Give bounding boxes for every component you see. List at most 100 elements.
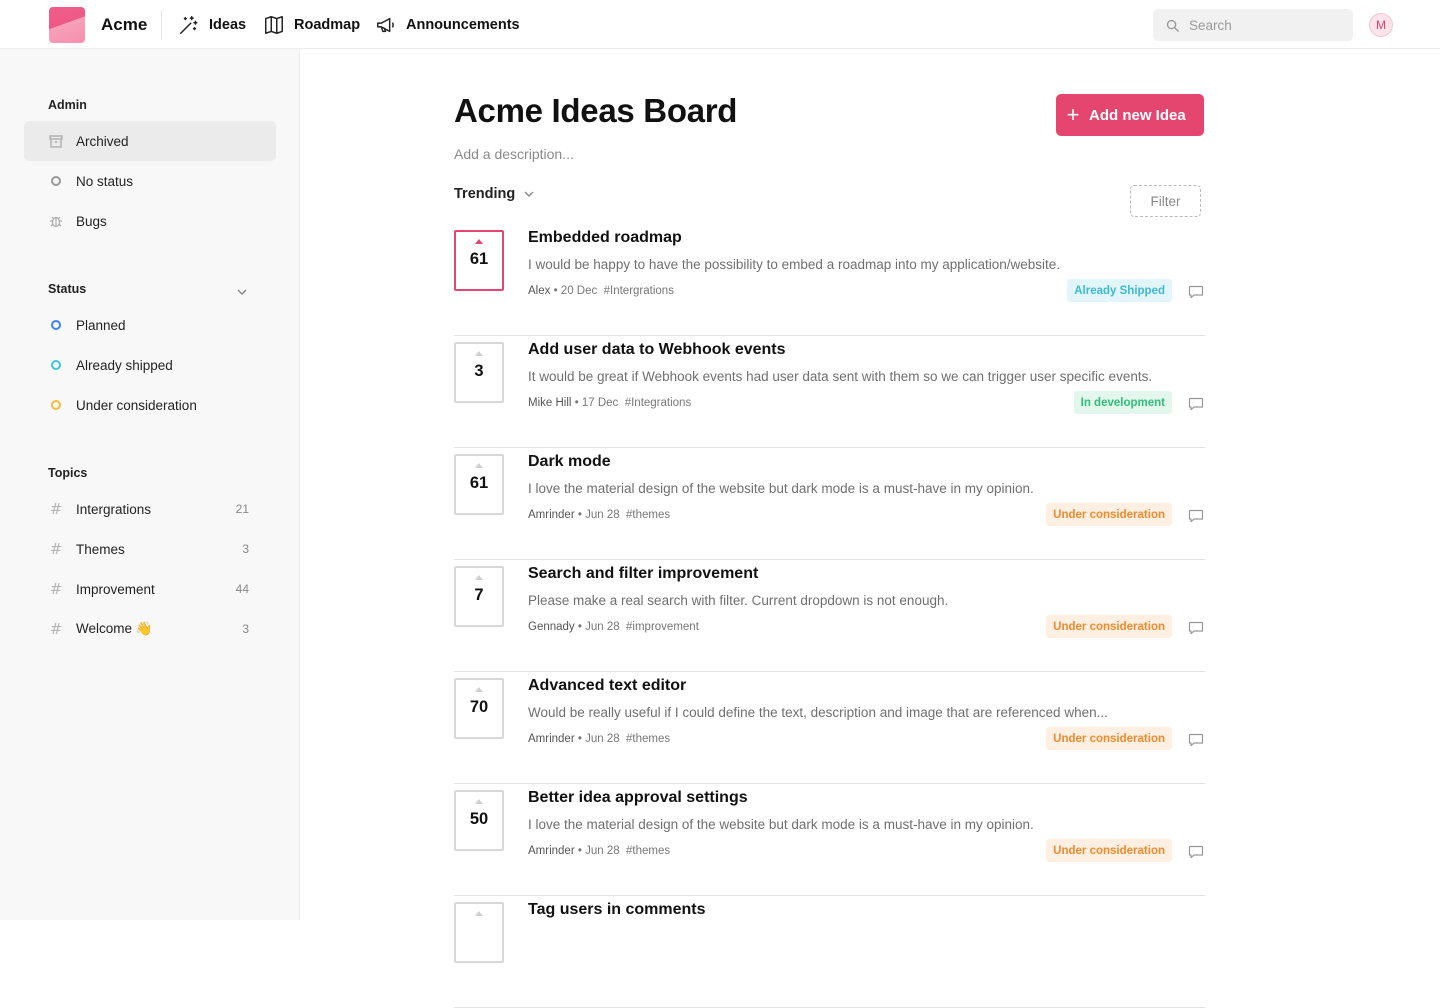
sidebar-item-topic[interactable]: # Themes 3 (24, 529, 276, 569)
upvote-button[interactable]: 50 (454, 790, 504, 851)
sidebar-item-no-status[interactable]: No status (24, 161, 276, 201)
meta-separator: • (574, 845, 586, 857)
comment-icon[interactable] (1188, 733, 1204, 747)
add-new-idea-button[interactable]: + Add new Idea (1056, 94, 1204, 136)
upvote-arrow-icon (475, 911, 483, 916)
vote-count: 7 (474, 586, 484, 604)
idea-meta: Mike Hill • 17 Dec #Integrations (528, 397, 691, 409)
upvote-button[interactable]: 61 (454, 230, 504, 291)
idea-meta: Amrinder • Jun 28 #themes (528, 733, 670, 745)
comment-icon[interactable] (1188, 509, 1204, 523)
idea-row[interactable]: 61 Dark mode I love the material design of… (454, 448, 1205, 560)
sidebar-item-label: Planned (76, 317, 126, 333)
upvote-button[interactable]: 3 (454, 342, 504, 403)
upvote-button[interactable]: 70 (454, 678, 504, 739)
sort-dropdown[interactable]: Trending (454, 186, 535, 202)
idea-row[interactable]: 3 Add user data to Webhook events It would… (454, 336, 1205, 448)
idea-description: It would be great if Webhook events had … (528, 369, 1153, 384)
idea-author: Gennady (528, 621, 575, 633)
idea-title[interactable]: Tag users in comments (528, 901, 706, 919)
sidebar-item-bugs[interactable]: Bugs (24, 201, 276, 241)
upvote-arrow-icon (475, 799, 483, 804)
nav-ideas-label: Ideas (209, 17, 247, 33)
idea-title[interactable]: Add user data to Webhook events (528, 341, 786, 359)
idea-row[interactable]: 70 Advanced text editor Would be really us… (454, 672, 1205, 784)
status-badge: In development (1073, 391, 1172, 414)
nav-divider (161, 10, 162, 40)
comment-icon[interactable] (1188, 621, 1204, 635)
idea-tag[interactable]: #improvement (626, 621, 699, 633)
idea-title[interactable]: Dark mode (528, 453, 611, 471)
search-box[interactable] (1153, 9, 1353, 41)
user-avatar[interactable]: M (1369, 13, 1393, 37)
filter-button[interactable]: Filter (1130, 185, 1201, 217)
chevron-down-icon[interactable] (236, 286, 248, 298)
sidebar-item-archived[interactable]: Archived (24, 121, 276, 161)
sidebar-item-planned[interactable]: Planned (24, 305, 276, 345)
meta-separator: • (571, 397, 582, 409)
idea-date: Jun 28 (585, 733, 620, 745)
idea-row[interactable]: 50 Better idea approval settings I love th… (454, 784, 1205, 896)
upvote-arrow-icon (475, 575, 483, 580)
topic-count: 3 (242, 622, 249, 636)
upvote-button[interactable] (454, 902, 504, 963)
topic-count: 44 (235, 582, 249, 596)
search-icon (1166, 19, 1179, 32)
sparkle-wand-icon (180, 16, 198, 34)
idea-description: I love the material design of the websit… (528, 817, 1034, 832)
megaphone-icon (377, 17, 394, 33)
topics-section-title: Topics (48, 466, 88, 480)
sidebar-item-topic[interactable]: # Welcome 👋 3 (24, 609, 276, 649)
sidebar-item-topic[interactable]: # Improvement 44 (24, 569, 276, 609)
upvote-arrow-icon (475, 463, 483, 468)
upvote-button[interactable]: 7 (454, 566, 504, 627)
nav-announcements-label: Announcements (406, 17, 520, 33)
idea-date: Jun 28 (585, 621, 620, 633)
upvote-button[interactable]: 61 (454, 454, 504, 515)
nav-announcements[interactable]: Announcements (375, 14, 520, 36)
vote-count: 50 (469, 810, 489, 828)
map-icon (265, 16, 283, 34)
idea-meta: Amrinder • Jun 28 #themes (528, 845, 670, 857)
idea-tag[interactable]: #themes (626, 733, 670, 745)
status-badge: Under consideration (1046, 727, 1172, 750)
sidebar-item-already-shipped[interactable]: Already shipped (24, 345, 276, 385)
board-description[interactable]: Add a description... (454, 146, 574, 162)
idea-row[interactable]: 7 Search and filter improvement Please mak… (454, 560, 1205, 672)
idea-tag[interactable]: #Integrations (625, 397, 692, 409)
nav-roadmap[interactable]: Roadmap (263, 14, 360, 36)
idea-tag[interactable]: #themes (626, 509, 670, 521)
comment-icon[interactable] (1188, 845, 1204, 859)
idea-meta: Alex • 20 Dec #Intergrations (528, 285, 674, 297)
sidebar-item-label: Under consideration (76, 397, 197, 413)
hash-icon: # (49, 499, 63, 518)
brand-name[interactable]: Acme (101, 15, 147, 35)
status-badge: Already Shipped (1067, 279, 1172, 302)
idea-date: 20 Dec (560, 285, 598, 297)
idea-date: Jun 28 (585, 509, 620, 521)
comment-icon[interactable] (1188, 397, 1204, 411)
topic-count: 21 (235, 502, 249, 516)
idea-title[interactable]: Advanced text editor (528, 677, 686, 695)
status-dot-icon (48, 318, 64, 332)
acme-logo[interactable] (49, 7, 85, 43)
idea-row[interactable]: Tag users in comments (454, 896, 1205, 1008)
idea-date: Jun 28 (585, 845, 620, 857)
idea-meta: Amrinder • Jun 28 #themes (528, 509, 670, 521)
nav-ideas[interactable]: Ideas (178, 14, 246, 36)
upvote-arrow-icon (475, 687, 483, 692)
add-new-idea-label: Add new Idea (1089, 106, 1186, 124)
idea-title[interactable]: Embedded roadmap (528, 229, 682, 247)
sidebar-item-under-consideration[interactable]: Under consideration (24, 385, 276, 425)
search-input[interactable] (1189, 17, 1349, 33)
sidebar-item-topic[interactable]: # Intergrations 21 (24, 489, 276, 529)
comment-icon[interactable] (1188, 285, 1204, 299)
idea-tag[interactable]: #themes (626, 845, 670, 857)
idea-row[interactable]: 61 Embedded roadmap I would be happy to ha… (454, 224, 1205, 336)
idea-title[interactable]: Better idea approval settings (528, 789, 748, 807)
meta-separator: • (574, 733, 586, 745)
upvote-arrow-icon (475, 351, 483, 356)
upvote-arrow-icon (475, 239, 483, 244)
idea-tag[interactable]: #Intergrations (604, 285, 674, 297)
idea-title[interactable]: Search and filter improvement (528, 565, 758, 583)
